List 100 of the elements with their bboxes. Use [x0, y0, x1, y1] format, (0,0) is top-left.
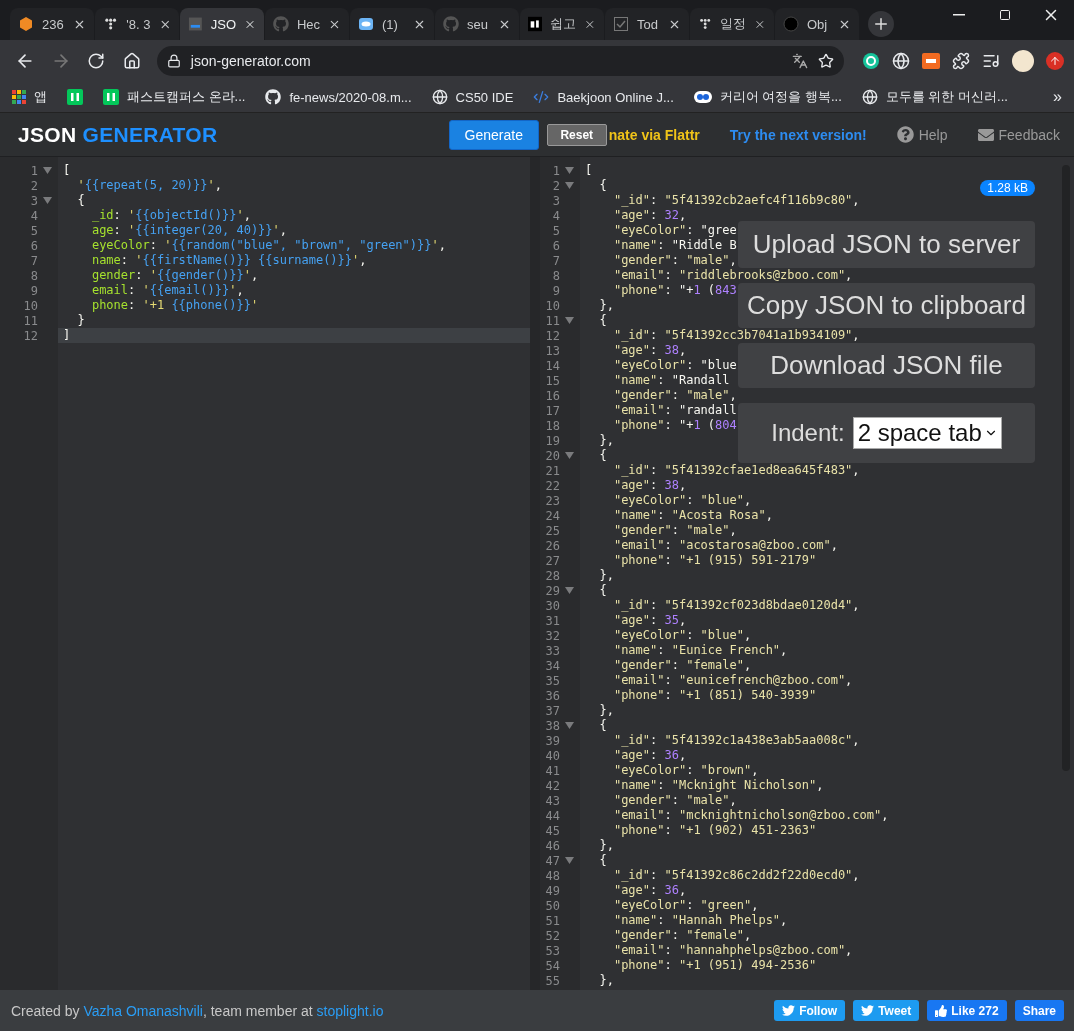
- star-icon[interactable]: [818, 53, 834, 69]
- new-tab-button[interactable]: [868, 11, 894, 37]
- line-number: 50: [544, 898, 560, 913]
- browser-tab[interactable]: 일정: [690, 8, 774, 40]
- line-number: 15: [544, 373, 560, 388]
- browser-tab[interactable]: Obj: [775, 8, 859, 40]
- browser-tab[interactable]: '8. 3: [95, 8, 179, 40]
- line-number: 31: [544, 613, 560, 628]
- browser-tab[interactable]: Tod: [605, 8, 689, 40]
- line-number: 18: [544, 418, 560, 433]
- indent-select[interactable]: 2 space tab: [852, 417, 1002, 449]
- feedback-link[interactable]: Feedback: [977, 126, 1060, 143]
- code-line: "phone": "+1 (915) 591-2179": [612, 553, 817, 568]
- bookmark-link[interactable]: 패스트캠퍼스 온라...: [103, 88, 246, 106]
- generate-button[interactable]: Generate: [448, 119, 539, 150]
- line-number: 11: [544, 313, 560, 328]
- cat-icon: [265, 89, 282, 105]
- bookmark-link[interactable]: 앱: [12, 88, 47, 106]
- profile-avatar[interactable]: [1012, 50, 1034, 72]
- code-line: "gender": "male",: [612, 388, 737, 403]
- line-number: 11: [22, 313, 38, 328]
- next-version-link[interactable]: Try the next version!: [729, 126, 867, 143]
- bird-icon: [861, 1004, 875, 1017]
- line-number: 45: [544, 823, 560, 838]
- dots-icon: [103, 16, 119, 32]
- code-line: "email": "mcknightnicholson@zboo.com",: [612, 808, 889, 823]
- bookmark-link[interactable]: CS50 IDE: [431, 89, 514, 105]
- address-bar[interactable]: json-generator.com: [156, 46, 844, 76]
- help-link[interactable]: Help: [896, 126, 948, 143]
- code-line: },: [598, 838, 614, 853]
- bookmark-link[interactable]: fe-news/2020-08.m...: [265, 89, 412, 105]
- line-number: 12: [544, 328, 560, 343]
- browser-tab[interactable]: JSO: [180, 8, 264, 40]
- fold-arrow-icon[interactable]: [42, 197, 52, 204]
- download-button[interactable]: Download JSON file: [738, 343, 1035, 388]
- site-logo: JSON GENERATOR: [18, 122, 218, 147]
- fold-arrow-icon[interactable]: [564, 722, 574, 729]
- fold-arrow-icon[interactable]: [564, 857, 574, 864]
- fold-arrow-icon[interactable]: [564, 587, 574, 594]
- browser-tab[interactable]: (1): [350, 8, 434, 40]
- result-editor[interactable]: [540, 157, 1074, 990]
- puzzle-icon[interactable]: [952, 52, 970, 70]
- code-line: {: [76, 193, 86, 208]
- copy-button[interactable]: Copy JSON to clipboard: [738, 283, 1035, 328]
- line-number: 2: [29, 178, 38, 193]
- bookmark-link[interactable]: 커리어 여정을 행복...: [693, 88, 842, 106]
- line-number: 39: [544, 733, 560, 748]
- home-icon: [122, 52, 141, 70]
- minimize-icon: [953, 14, 965, 16]
- ring-icon[interactable]: [862, 52, 880, 70]
- code-line: "eyeColor": "blue: [612, 358, 737, 373]
- bookmark-link[interactable]: [67, 89, 83, 105]
- playlist-icon[interactable]: [982, 52, 1000, 70]
- browser-tab[interactable]: 쉽고: [520, 8, 604, 40]
- company-link[interactable]: stoplight.io: [316, 1002, 384, 1019]
- share-button[interactable]: Share: [1014, 1000, 1064, 1021]
- line-number: 1: [551, 163, 560, 178]
- fold-arrow-icon[interactable]: [42, 167, 52, 174]
- code-line: "_id": "5f41392cb2aefc4f116b9c80",: [612, 193, 860, 208]
- more-bookmarks[interactable]: »: [1053, 88, 1062, 106]
- line-number: 35: [544, 673, 560, 688]
- code-line: "_id": "5f41392cf023d8bdae0120d4",: [612, 598, 860, 613]
- code-line: "eyeColor": "gree: [612, 223, 737, 238]
- line-number: 27: [544, 553, 560, 568]
- fold-arrow-icon[interactable]: [564, 452, 574, 459]
- bookmark-link[interactable]: 모두를 위한 머신러...: [861, 88, 1008, 106]
- author-link[interactable]: Vazha Omanashvili: [83, 1002, 203, 1019]
- like-button[interactable]: Like 272: [927, 1000, 1007, 1021]
- reset-button[interactable]: Reset: [546, 123, 607, 146]
- fold-arrow-icon[interactable]: [564, 317, 574, 324]
- code-line: "email": "randall: [612, 403, 737, 418]
- hexagon-icon: [18, 16, 34, 32]
- apps-grid-icon: [12, 90, 26, 104]
- line-number: 52: [544, 928, 560, 943]
- code-line: "email": "acostarosa@zboo.com",: [612, 538, 838, 553]
- browser-tab[interactable]: Hec: [265, 8, 349, 40]
- square-icon[interactable]: [922, 53, 940, 69]
- browser-tab[interactable]: 236: [10, 8, 94, 40]
- code-line: {: [598, 718, 607, 733]
- translate-icon[interactable]: [792, 53, 808, 69]
- fold-arrow-icon[interactable]: [564, 167, 574, 174]
- line-number: 46: [544, 838, 560, 853]
- cat-icon: [273, 16, 289, 32]
- donate-link[interactable]: nate via Flattr: [608, 126, 700, 143]
- line-number: 34: [544, 658, 560, 673]
- code-line: "name": "Eunice French",: [612, 643, 788, 658]
- code-line: "eyeColor": "blue",: [612, 628, 752, 643]
- browser-tab[interactable]: seu: [435, 8, 519, 40]
- code-line: eyeColor: '{{random("blue", "brown", "green")}}',: [90, 238, 447, 253]
- line-number: 51: [544, 913, 560, 928]
- plus-icon: [872, 15, 890, 33]
- bookmark-link[interactable]: Baekjoon Online J...: [533, 89, 674, 105]
- line-number: 14: [544, 358, 560, 373]
- fold-arrow-icon[interactable]: [564, 182, 574, 189]
- globe-icon[interactable]: [892, 52, 910, 70]
- update-button[interactable]: [1046, 52, 1064, 70]
- upload-button[interactable]: Upload JSON to server: [738, 221, 1035, 268]
- line-number: 30: [544, 598, 560, 613]
- code-line: "gender": "male",: [612, 523, 737, 538]
- line-number: 4: [551, 208, 560, 223]
